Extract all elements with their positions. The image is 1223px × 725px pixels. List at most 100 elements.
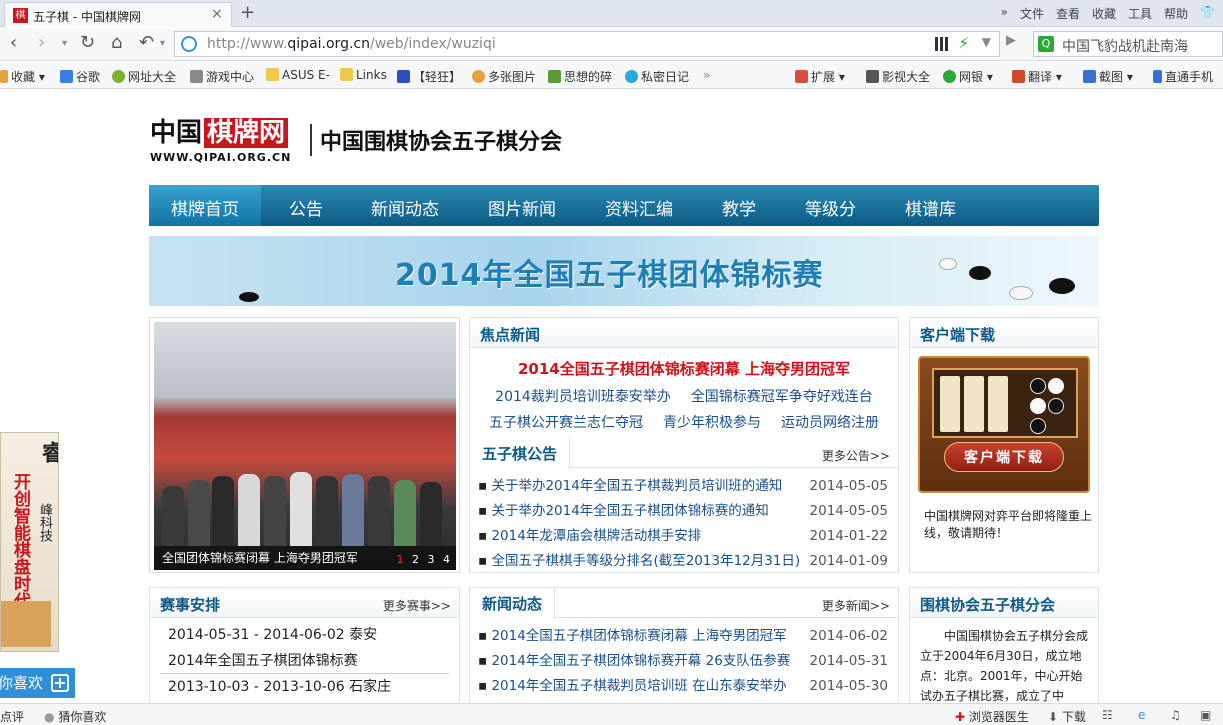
ie-icon[interactable]: e bbox=[1138, 708, 1145, 722]
ad-brand: 睿 bbox=[38, 441, 59, 463]
slide-3[interactable]: 3 bbox=[428, 553, 435, 566]
search-engine-icon[interactable]: Q bbox=[1038, 36, 1054, 52]
url-text[interactable]: http://www.qipai.org.cn/web/index/wuziqi bbox=[207, 36, 496, 52]
nav-resources[interactable]: 资料汇编 bbox=[605, 195, 673, 220]
list-item[interactable]: ▪ 关于举办2014年全国五子棋裁判员培训班的通知 2014-05-05 bbox=[478, 474, 890, 499]
bookmarks-overflow-icon[interactable]: » bbox=[703, 68, 710, 82]
list-item[interactable]: ▪ 全国五子棋棋手等级分排名(截至2013年12月31日) 2014-01-09 bbox=[478, 549, 890, 574]
toolbar-video[interactable]: 影视大全 bbox=[866, 68, 930, 85]
headphones-icon[interactable]: ♫ bbox=[1170, 708, 1181, 722]
bookmark-multi-images[interactable]: 多张图片 bbox=[472, 68, 536, 85]
like-button[interactable]: 你喜欢 + bbox=[0, 668, 75, 698]
side-advertisement[interactable]: 睿 峰科技 开创智能棋盘时代 bbox=[0, 432, 59, 652]
toolbar-phone[interactable]: 直通手机 bbox=[1153, 68, 1213, 85]
site-logo[interactable]: 中国 棋牌网 WWW.QIPAI.ORG.CN bbox=[150, 112, 291, 164]
menu-more-icon[interactable]: » bbox=[1001, 5, 1008, 22]
forward-icon[interactable]: › bbox=[38, 32, 45, 53]
notices-list: ▪ 关于举办2014年全国五子棋裁判员培训班的通知 2014-05-05 ▪ 关于… bbox=[478, 474, 890, 574]
qr-code-icon[interactable] bbox=[935, 37, 949, 51]
address-dropdown-icon[interactable]: ▼ bbox=[982, 35, 991, 49]
client-download-title: 客户端下载 bbox=[920, 326, 996, 344]
slide-4[interactable]: 4 bbox=[443, 553, 450, 566]
toolbar-extensions[interactable]: 扩展 ▾ bbox=[795, 68, 845, 85]
bookmark-private-diary[interactable]: 私密日记 bbox=[625, 68, 689, 85]
focus-headline[interactable]: 2014全国五子棋团体锦标赛闭幕 上海夺男团冠军 bbox=[470, 358, 898, 379]
toolbar-screenshot[interactable]: 截图 ▾ bbox=[1083, 68, 1133, 85]
black-stone-icon bbox=[969, 266, 991, 280]
nav-photo-news[interactable]: 图片新闻 bbox=[488, 195, 556, 220]
nav-announcements[interactable]: 公告 bbox=[289, 195, 323, 220]
close-tab-icon[interactable]: × bbox=[211, 6, 223, 22]
search-box[interactable]: Q 中国飞豹战机赴南海 bbox=[1033, 31, 1223, 57]
schedule-event[interactable]: 2014年全国五子棋团体锦标赛 bbox=[160, 648, 449, 674]
refresh-icon[interactable]: ↻ bbox=[80, 32, 95, 53]
slide-1[interactable]: 1 bbox=[397, 553, 404, 566]
back-icon[interactable]: ‹ bbox=[10, 32, 17, 53]
slide-2[interactable]: 2 bbox=[412, 553, 419, 566]
plus-icon[interactable]: + bbox=[51, 674, 69, 692]
event-banner[interactable]: 2014年全国五子棋团体锦标赛 bbox=[149, 236, 1099, 306]
more-news-link[interactable]: 更多新闻>> bbox=[822, 597, 890, 614]
status-download[interactable]: ⬇ 下载 bbox=[1048, 708, 1086, 725]
nav-game-records[interactable]: 棋谱库 bbox=[905, 195, 956, 220]
bookmark-qingkuang[interactable]: 【轻狂】 bbox=[397, 68, 461, 85]
status-browser-doctor[interactable]: ✚ 浏览器医生 bbox=[955, 708, 1029, 725]
undo-icon[interactable]: ↶ bbox=[139, 32, 154, 53]
status-review[interactable]: 点评 bbox=[0, 708, 24, 725]
client-download-button[interactable]: 客户端下载 bbox=[944, 442, 1064, 472]
more-schedule-link[interactable]: 更多赛事>> bbox=[383, 597, 451, 614]
status-guess-like[interactable]: ● 猜你喜欢 bbox=[44, 708, 106, 725]
nav-news[interactable]: 新闻动态 bbox=[371, 195, 439, 220]
schedule-title: 赛事安排 bbox=[160, 596, 221, 614]
focus-link[interactable]: 五子棋公开赛兰志仁夺冠 bbox=[489, 412, 643, 432]
menu-tools[interactable]: 工具 bbox=[1128, 5, 1152, 22]
toolbar-icon[interactable]: ☷ bbox=[1102, 708, 1113, 722]
focus-link[interactable]: 青少年积极参与 bbox=[663, 412, 761, 432]
menu-favorites[interactable]: 收藏 bbox=[1092, 5, 1116, 22]
settings-icon[interactable]: ▣ bbox=[1200, 708, 1211, 722]
address-bar[interactable]: http://www.qipai.org.cn/web/index/wuziqi… bbox=[174, 31, 1000, 57]
photo-slider[interactable]: 全国团体锦标赛闭幕 上海夺男团冠军 1 2 3 4 bbox=[149, 317, 460, 573]
focus-link[interactable]: 运动员网络注册 bbox=[781, 412, 879, 432]
menu-file[interactable]: 文件 bbox=[1020, 5, 1044, 22]
ad-brand-sub: 峰科技 bbox=[37, 503, 52, 542]
tab-title: 五子棋 - 中国棋牌网 bbox=[33, 10, 141, 24]
play-icon[interactable]: ▶ bbox=[1006, 33, 1016, 48]
home-icon[interactable]: ⌂ bbox=[111, 32, 122, 53]
list-item[interactable]: ▪ 关于举办2014年全国五子棋团体锦标赛的通知 2014-05-05 bbox=[478, 499, 890, 524]
menu-help[interactable]: 帮助 bbox=[1164, 5, 1188, 22]
focus-link[interactable]: 全国锦标赛冠军争夺好戏连台 bbox=[691, 386, 873, 406]
notices-title[interactable]: 五子棋公告 bbox=[470, 438, 571, 469]
more-notices-link[interactable]: 更多公告>> bbox=[822, 447, 890, 464]
menu-view[interactable]: 查看 bbox=[1056, 5, 1080, 22]
toolbar-bank[interactable]: 网银 ▾ bbox=[943, 68, 993, 85]
list-item[interactable]: ▪ 2014年全国五子棋裁判员培训班 在山东泰安举办 2014-05-30 bbox=[478, 674, 890, 699]
bookmark-favorites[interactable]: 收藏 ▾ bbox=[0, 68, 45, 85]
undo-dropdown-icon[interactable]: ▾ bbox=[160, 38, 165, 49]
toolbar-translate[interactable]: 翻译 ▾ bbox=[1012, 68, 1062, 85]
bookmark-game-center[interactable]: 游戏中心 bbox=[190, 68, 254, 85]
list-item[interactable]: ▪ 2014年全国五子棋团体锦标赛开幕 26支队伍参赛 2014-05-31 bbox=[478, 649, 890, 674]
browser-tab[interactable]: 棋 五子棋 - 中国棋牌网 × bbox=[4, 2, 232, 27]
focus-link[interactable]: 2014裁判员培训班泰安举办 bbox=[495, 386, 671, 406]
bookmark-thoughts[interactable]: 思想的碎 bbox=[548, 68, 612, 85]
list-item[interactable]: ▪ 2014全国五子棋团体锦标赛闭幕 上海夺男团冠军 2014-06-02 bbox=[478, 624, 890, 649]
news-list: ▪ 2014全国五子棋团体锦标赛闭幕 上海夺男团冠军 2014-06-02 ▪ 2… bbox=[478, 624, 890, 699]
shirt-icon[interactable]: 👕 bbox=[1200, 5, 1215, 22]
list-item[interactable]: ▪ 2014年龙潭庙会棋牌活动棋手安排 2014-01-22 bbox=[478, 524, 890, 549]
news-photo[interactable]: 全国团体锦标赛闭幕 上海夺男团冠军 1 2 3 4 bbox=[154, 322, 456, 570]
news-title[interactable]: 新闻动态 bbox=[470, 588, 556, 619]
client-download-banner[interactable]: 客户端下载 bbox=[918, 356, 1090, 493]
lightning-icon[interactable]: ⚡ bbox=[958, 34, 969, 52]
search-input[interactable]: 中国飞豹战机赴南海 bbox=[1062, 36, 1188, 56]
history-dropdown-icon[interactable]: ▾ bbox=[62, 38, 67, 49]
new-tab-icon[interactable]: + bbox=[240, 2, 255, 23]
nav-home[interactable]: 棋牌首页 bbox=[171, 195, 239, 220]
bookmark-url-directory[interactable]: 网址大全 bbox=[112, 68, 176, 85]
ad-slogan: 开创智能棋盘时代 bbox=[10, 473, 30, 609]
bookmark-asus[interactable]: ASUS E- bbox=[266, 68, 330, 82]
nav-rating[interactable]: 等级分 bbox=[805, 195, 856, 220]
bookmark-links[interactable]: Links bbox=[340, 68, 387, 82]
nav-teaching[interactable]: 教学 bbox=[722, 195, 756, 220]
bookmark-google[interactable]: 谷歌 bbox=[60, 68, 100, 85]
